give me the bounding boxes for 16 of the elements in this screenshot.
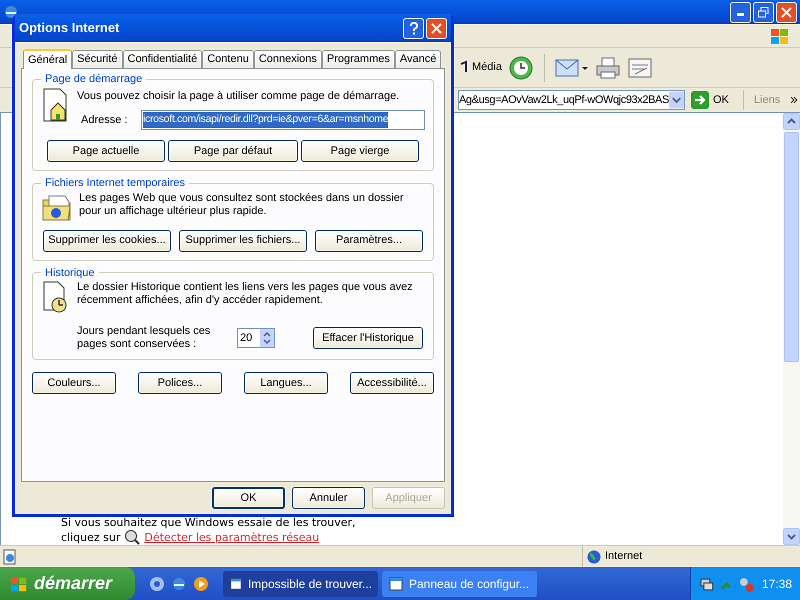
address-value: Ag&usg=AOvVaw2Lk_uqPf-wOWqjc93x2BAS (459, 92, 669, 108)
days-value: 20 (239, 330, 252, 346)
group-title: Historique (44, 266, 96, 280)
page-text: Si vous souhaitez que Windows essaie de les trouver, (61, 516, 357, 529)
group-title: Page de démarrage (44, 72, 144, 87)
address-value: icrosoft.com/isapi/redir.dll?prd=ie&pver=6&ar=msnhome (143, 112, 388, 128)
group-title: Fichiers Internet temporaires (44, 176, 186, 191)
field-label: Adresse : (80, 112, 128, 128)
zone-label: Internet (605, 549, 642, 564)
clock: 17:38 (762, 576, 792, 592)
field-label: Jours pendant lesquels ces pages sont conservées : (77, 325, 212, 351)
description-text: Le dossier Historique contient les liens vers les pages que vous avez récemment affichées, afin d'y accéder rapidement. (77, 281, 414, 308)
description-text: Les pages Web que vous consultez sont stockées dans un dossier pour un affichage ultérieur plus rapide. (79, 192, 404, 218)
page-text: cliquez sur (61, 530, 120, 544)
dialog-title: Options Internet (19, 19, 120, 38)
description-text: Vous pouvez choisir la page à utiliser comme page de démarrage. (77, 88, 400, 104)
